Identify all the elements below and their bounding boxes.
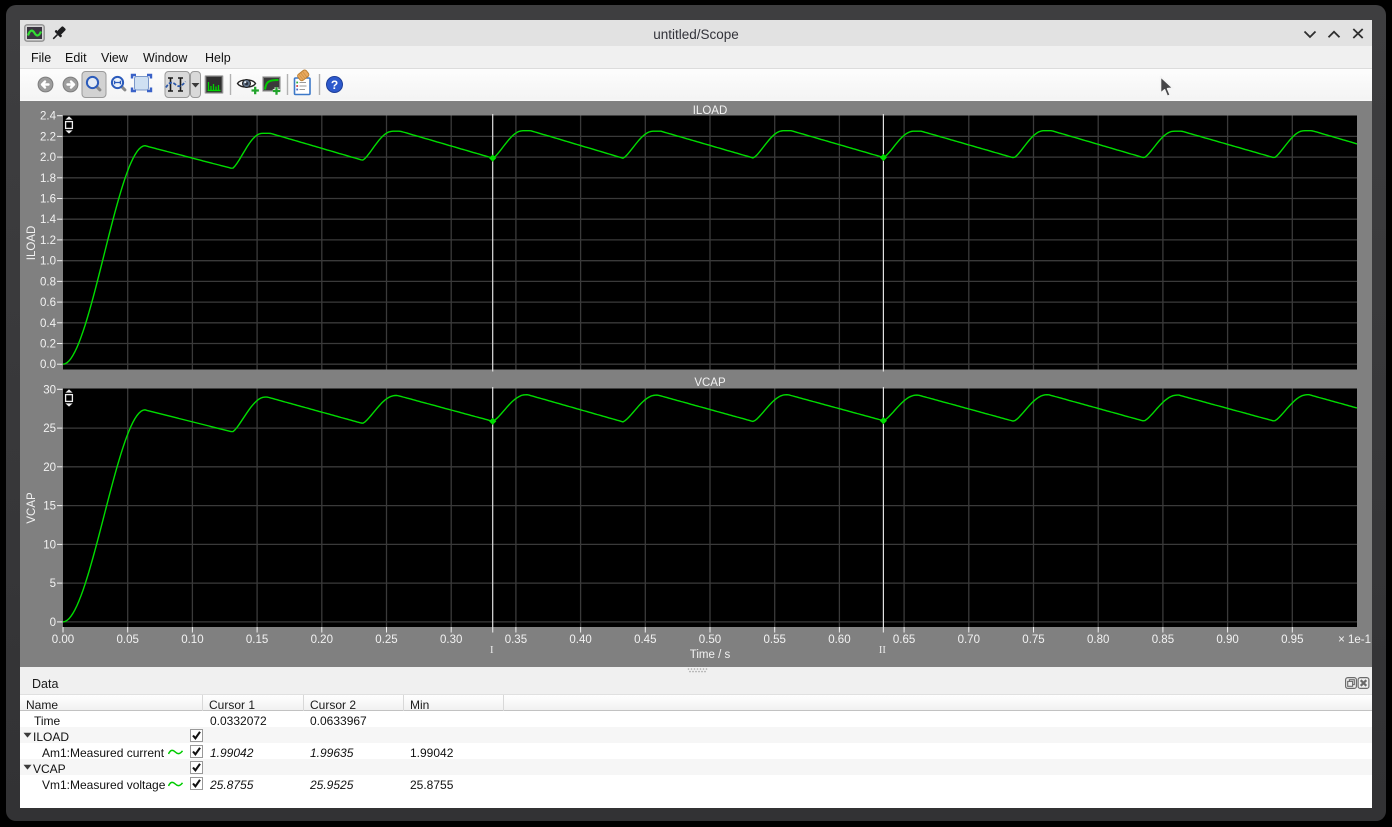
svg-text:0.8: 0.8 — [40, 276, 56, 288]
svg-text:20: 20 — [43, 462, 56, 474]
svg-text:0.6: 0.6 — [40, 297, 56, 309]
svg-text:2.4: 2.4 — [40, 111, 57, 123]
svg-text:ILOAD: ILOAD — [693, 105, 728, 117]
svg-text:0.00: 0.00 — [52, 634, 74, 646]
svg-text:VCAP: VCAP — [26, 492, 38, 524]
svg-text:Time / s: Time / s — [690, 649, 731, 661]
svg-text:× 1e-1: × 1e-1 — [1338, 634, 1371, 646]
svg-text:0.75: 0.75 — [1022, 634, 1044, 646]
svg-text:0.35: 0.35 — [505, 634, 527, 646]
svg-text:0.10: 0.10 — [181, 634, 203, 646]
svg-text:0.60: 0.60 — [828, 634, 850, 646]
svg-text:30: 30 — [43, 384, 56, 396]
svg-text:0.40: 0.40 — [569, 634, 591, 646]
svg-text:VCAP: VCAP — [694, 377, 726, 389]
svg-text:II: II — [879, 645, 886, 656]
svg-text:0.20: 0.20 — [311, 634, 333, 646]
svg-text:10: 10 — [43, 539, 56, 551]
svg-text:0.80: 0.80 — [1087, 634, 1109, 646]
svg-text:0: 0 — [50, 617, 56, 629]
svg-text:0.30: 0.30 — [440, 634, 462, 646]
svg-text:0.85: 0.85 — [1152, 634, 1174, 646]
svg-text:0.55: 0.55 — [764, 634, 786, 646]
svg-text:2.2: 2.2 — [40, 131, 56, 143]
svg-text:1.8: 1.8 — [40, 173, 56, 185]
svg-text:?: ? — [331, 78, 338, 92]
svg-text:1.0: 1.0 — [40, 256, 56, 268]
svg-text:0.25: 0.25 — [375, 634, 397, 646]
svg-text:1.2: 1.2 — [40, 235, 56, 247]
svg-text:0.15: 0.15 — [246, 634, 268, 646]
svg-text:0.65: 0.65 — [893, 634, 915, 646]
svg-text:1.6: 1.6 — [40, 194, 56, 206]
svg-text:5: 5 — [50, 578, 56, 590]
svg-text:0.45: 0.45 — [634, 634, 656, 646]
svg-text:0.0: 0.0 — [40, 359, 56, 371]
svg-text:0.50: 0.50 — [699, 634, 721, 646]
svg-text:0.70: 0.70 — [958, 634, 980, 646]
svg-text:0.4: 0.4 — [40, 318, 57, 330]
svg-text:2.0: 2.0 — [40, 152, 56, 164]
svg-text:15: 15 — [43, 501, 56, 513]
svg-text:0.90: 0.90 — [1216, 634, 1238, 646]
svg-text:0.95: 0.95 — [1281, 634, 1303, 646]
svg-text:25: 25 — [43, 423, 56, 435]
svg-text:0.05: 0.05 — [117, 634, 139, 646]
svg-text:I: I — [490, 645, 494, 656]
svg-text:ILOAD: ILOAD — [26, 226, 38, 261]
svg-text:1.4: 1.4 — [40, 214, 57, 226]
svg-text:0.2: 0.2 — [40, 339, 56, 351]
